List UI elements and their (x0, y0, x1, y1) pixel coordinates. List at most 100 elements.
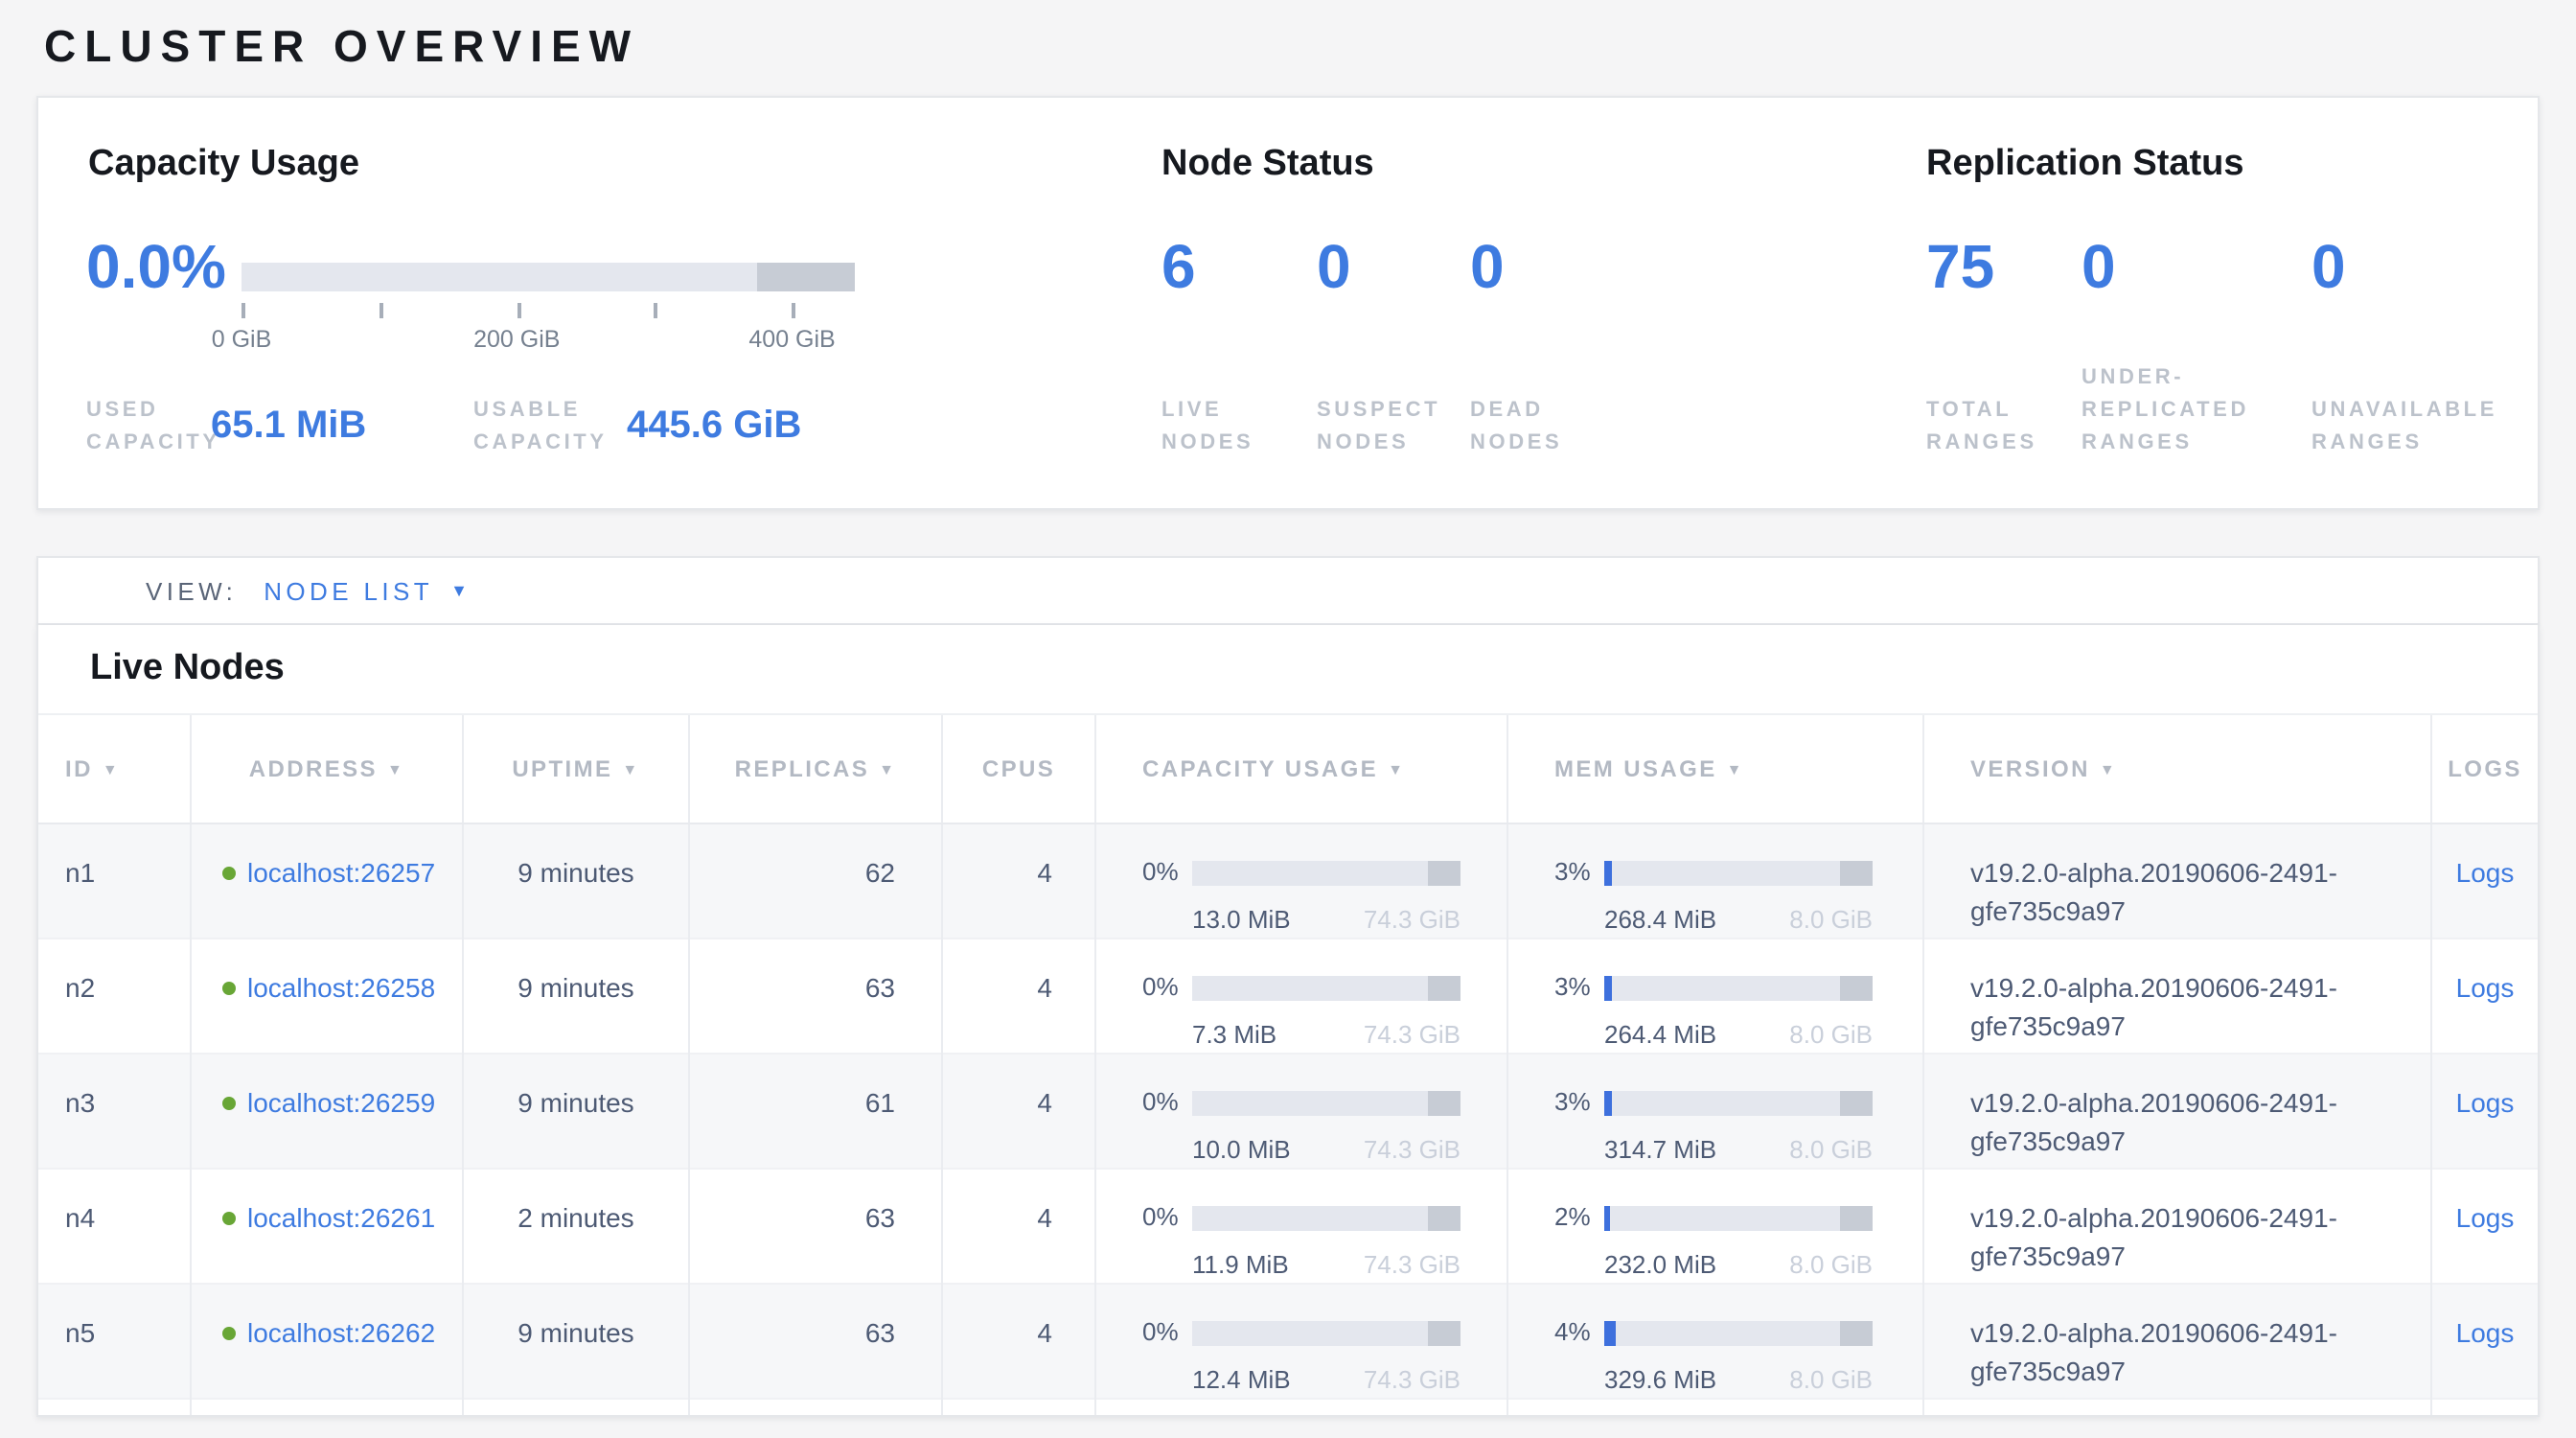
logs-link[interactable]: Logs (2456, 1087, 2515, 1118)
table-row: n5 localhost:26262 9 minutes 63 4 0% 12.… (38, 1285, 2538, 1400)
logs-cell: Logs (2432, 1285, 2538, 1400)
node-id-cell: n5 (38, 1285, 192, 1400)
mem-total-label: 8.0 GiB (1789, 1361, 1873, 1400)
table-header: ID▼ ADDRESS▼ UPTIME▼ REPLICAS▼ CPUS CAPA… (38, 713, 2538, 824)
column-header-capacity-usage[interactable]: CAPACITY USAGE▼ (1096, 715, 1508, 823)
replicas-cell: 62 (690, 824, 943, 939)
column-header-replicas[interactable]: REPLICAS▼ (690, 715, 943, 823)
node-address-cell: localhost:26261 (192, 1170, 464, 1285)
node-address-link[interactable]: localhost:26258 (247, 972, 435, 1003)
node-address-link[interactable]: localhost:26257 (247, 857, 435, 888)
uptime-cell: 9 minutes (464, 1285, 690, 1400)
column-header-address[interactable]: ADDRESS▼ (192, 715, 464, 823)
mem-percent-label: 2% (1554, 1198, 1604, 1237)
column-header-id[interactable]: ID▼ (38, 715, 192, 823)
node-list-dropdown[interactable]: NODE LIST ▼ (264, 576, 472, 605)
page-title: CLUSTER OVERVIEW (44, 21, 639, 73)
uptime-cell: 9 minutes (464, 939, 690, 1055)
column-header-logs: LOGS (2432, 715, 2538, 823)
sort-arrow-icon: ▼ (1727, 760, 1744, 777)
mem-bar-reserved (1840, 975, 1873, 1000)
node-address-link[interactable]: localhost:26262 (247, 1317, 435, 1348)
node-address-cell: localhost:26257 (192, 824, 464, 939)
view-bar: VIEW: NODE LIST ▼ (36, 556, 2540, 625)
capacity-percent-label: 0% (1142, 1313, 1192, 1352)
capacity-bar-reserved (1428, 1320, 1460, 1345)
axis-tick (380, 303, 383, 318)
capacity-bar (1192, 975, 1460, 1000)
under-replicated-count: 0 (2082, 232, 2116, 303)
version-cell: v19.2.0-alpha.20190606-2491-gfe735c9a97 (1924, 1055, 2432, 1170)
logs-cell: Logs (2432, 1170, 2538, 1285)
total-ranges-label: TOTAL RANGES (1926, 395, 2037, 460)
mem-used-label: 268.4 MiB (1604, 901, 1716, 939)
cpus-cell: 4 (943, 824, 1096, 939)
mem-total-label: 8.0 GiB (1789, 1246, 1873, 1285)
node-address-link[interactable]: localhost:26259 (247, 1087, 435, 1118)
cpus-cell: 4 (943, 1170, 1096, 1285)
sort-arrow-icon: ▼ (103, 760, 120, 777)
logs-link[interactable]: Logs (2456, 972, 2515, 1003)
usable-capacity-label: USABLE CAPACITY (473, 395, 608, 460)
sort-arrow-icon: ▼ (1388, 760, 1405, 777)
capacity-axis: 0 GiB 200 GiB 400 GiB (242, 303, 855, 360)
capacity-percent: 0.0% (86, 232, 226, 303)
capacity-total-label: 74.3 GiB (1364, 1361, 1460, 1400)
under-replicated-label: UNDER- REPLICATED RANGES (2082, 362, 2249, 460)
axis-tick-label: 400 GiB (748, 326, 835, 353)
column-header-version[interactable]: VERSION▼ (1924, 715, 2432, 823)
used-capacity-label: USED CAPACITY (86, 395, 220, 460)
mem-usage-cell: 3% 264.4 MiB8.0 GiB (1508, 939, 1924, 1055)
node-live-dot-icon (222, 1097, 236, 1110)
mem-usage-cell: 3% 314.7 MiB8.0 GiB (1508, 1055, 1924, 1170)
column-header-cpus: CPUS (943, 715, 1096, 823)
axis-tick (242, 303, 245, 318)
node-live-dot-icon (222, 1212, 236, 1225)
capacity-total-label: 74.3 GiB (1364, 1246, 1460, 1285)
column-header-mem-usage[interactable]: MEM USAGE▼ (1508, 715, 1924, 823)
nodes-table: ID▼ ADDRESS▼ UPTIME▼ REPLICAS▼ CPUS CAPA… (38, 713, 2538, 1417)
mem-percent-label: 3% (1554, 1083, 1604, 1122)
live-nodes-card: Live Nodes ID▼ ADDRESS▼ UPTIME▼ REPLICAS… (36, 625, 2540, 1417)
column-header-uptime[interactable]: UPTIME▼ (464, 715, 690, 823)
capacity-percent-label: 0% (1142, 853, 1192, 892)
chevron-down-icon[interactable]: ▼ (450, 581, 472, 600)
dead-nodes-label: DEAD NODES (1470, 395, 1562, 460)
node-id-cell: n4 (38, 1170, 192, 1285)
table-row: n1 localhost:26257 9 minutes 62 4 0% 13.… (38, 824, 2538, 939)
capacity-percent-label: 0% (1142, 1198, 1192, 1237)
node-list-dropdown-value[interactable]: NODE LIST (264, 576, 433, 605)
capacity-bar-reserved (1428, 1090, 1460, 1115)
mem-bar-fill (1604, 1320, 1615, 1345)
version-cell: v19.2.0-alpha.20190606-2491-gfe735c9a97 (1924, 1285, 2432, 1400)
cpus-cell: 4 (943, 939, 1096, 1055)
capacity-percent-label: 0% (1142, 1083, 1192, 1122)
capacity-used-label: 7.3 MiB (1192, 1016, 1276, 1055)
node-address-cell: localhost:26262 (192, 1285, 464, 1400)
used-capacity-value: 65.1 MiB (211, 405, 366, 449)
capacity-used-label: 11.9 MiB (1192, 1246, 1289, 1285)
capacity-usage-cell: 0% 13.0 MiB74.3 GiB (1096, 824, 1508, 939)
mem-bar-reserved (1840, 1205, 1873, 1230)
replicas-cell: 63 (690, 939, 943, 1055)
mem-bar (1604, 975, 1873, 1000)
capacity-usage-cell: 0% 7.3 MiB74.3 GiB (1096, 939, 1508, 1055)
logs-link[interactable]: Logs (2456, 857, 2515, 888)
mem-bar-reserved (1840, 1090, 1873, 1115)
logs-link[interactable]: Logs (2456, 1317, 2515, 1348)
axis-tick (793, 303, 796, 318)
table-row-clipped (38, 1400, 2538, 1417)
mem-total-label: 8.0 GiB (1789, 1016, 1873, 1055)
mem-bar-fill (1604, 1090, 1612, 1115)
replicas-cell: 63 (690, 1170, 943, 1285)
table-row: n4 localhost:26261 2 minutes 63 4 0% 11.… (38, 1170, 2538, 1285)
logs-link[interactable]: Logs (2456, 1202, 2515, 1233)
node-live-dot-icon (222, 1327, 236, 1340)
node-live-dot-icon (222, 982, 236, 995)
uptime-cell: 9 minutes (464, 824, 690, 939)
node-address-link[interactable]: localhost:26261 (247, 1202, 435, 1233)
mem-used-label: 314.7 MiB (1604, 1131, 1716, 1170)
uptime-cell: 2 minutes (464, 1170, 690, 1285)
logs-cell: Logs (2432, 939, 2538, 1055)
live-nodes-title: Live Nodes (90, 648, 285, 690)
